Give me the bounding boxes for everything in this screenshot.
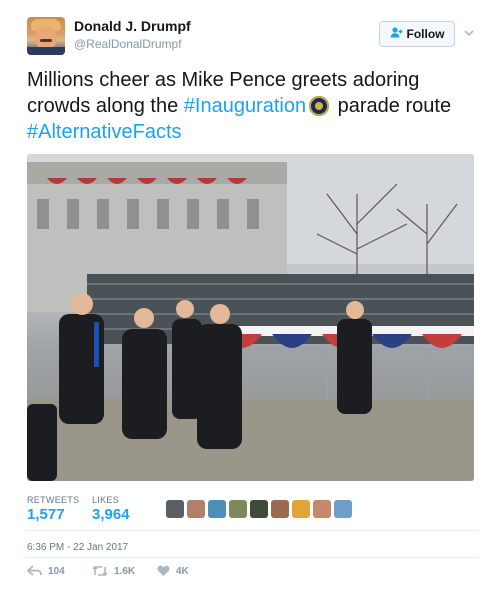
reply-button[interactable]: 104 bbox=[27, 565, 65, 577]
timestamp[interactable]: 6:36 PM - 22 Jan 2017 bbox=[27, 542, 128, 553]
liker-avatar[interactable] bbox=[229, 500, 247, 518]
retweet-count: 1.6K bbox=[114, 565, 136, 577]
likers-avatars bbox=[166, 500, 352, 518]
liker-avatar[interactable] bbox=[292, 500, 310, 518]
retweets-count[interactable]: 1,577 bbox=[27, 506, 65, 523]
retweet-icon bbox=[92, 565, 108, 577]
tweet-photo[interactable] bbox=[27, 154, 474, 481]
like-count: 4K bbox=[176, 565, 189, 577]
avatar[interactable] bbox=[27, 17, 65, 55]
retweets-label: RETWEETS bbox=[27, 495, 80, 505]
liker-avatar[interactable] bbox=[313, 500, 331, 518]
presidential-seal-emoji-icon bbox=[309, 96, 330, 116]
follow-button[interactable]: Follow bbox=[379, 21, 455, 47]
add-person-icon bbox=[390, 27, 403, 41]
user-handle[interactable]: @RealDonalDrumpf bbox=[74, 37, 182, 51]
divider bbox=[27, 530, 477, 531]
reply-icon bbox=[27, 565, 42, 576]
liker-avatar[interactable] bbox=[271, 500, 289, 518]
parade-photo-illustration bbox=[27, 154, 474, 481]
tweet-text: Millions cheer as Mike Pence greets ador… bbox=[27, 67, 477, 145]
liker-avatar[interactable] bbox=[250, 500, 268, 518]
tweet-text-part2: parade route bbox=[332, 95, 452, 117]
like-button[interactable]: 4K bbox=[157, 565, 189, 577]
likes-count[interactable]: 3,964 bbox=[92, 506, 130, 523]
liker-avatar[interactable] bbox=[187, 500, 205, 518]
retweet-button[interactable]: 1.6K bbox=[92, 565, 135, 577]
liker-avatar[interactable] bbox=[334, 500, 352, 518]
display-name[interactable]: Donald J. Drumpf bbox=[74, 18, 191, 34]
liker-avatar[interactable] bbox=[208, 500, 226, 518]
follow-label: Follow bbox=[406, 27, 445, 41]
hashtag-alternativefacts[interactable]: #AlternativeFacts bbox=[27, 121, 182, 143]
liker-avatar[interactable] bbox=[166, 500, 184, 518]
chevron-down-icon[interactable] bbox=[463, 27, 475, 39]
reply-count: 104 bbox=[48, 565, 65, 577]
likes-label: LIKES bbox=[92, 495, 120, 505]
divider bbox=[27, 557, 477, 558]
hashtag-inauguration[interactable]: #Inauguration bbox=[184, 95, 306, 117]
heart-icon bbox=[157, 565, 170, 576]
